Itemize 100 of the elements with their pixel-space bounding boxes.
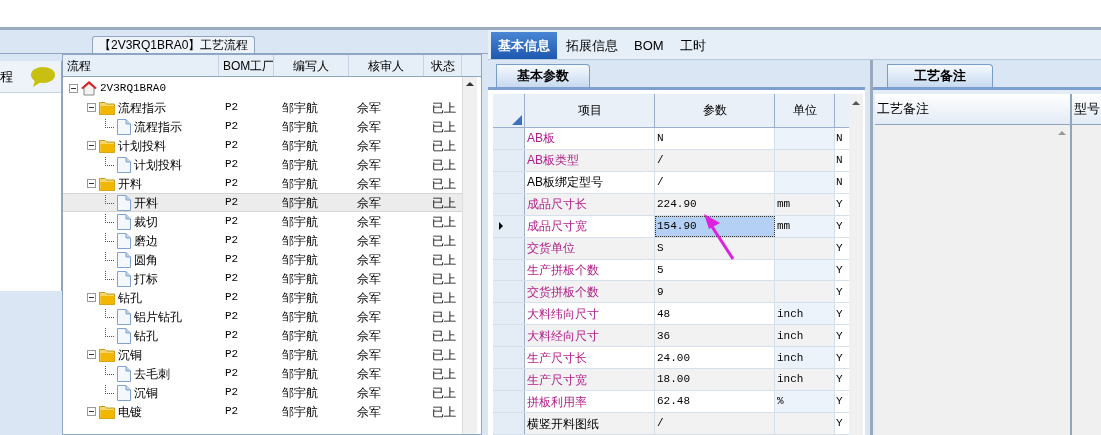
tree-row[interactable]: 沉铜 P2 邹宇航 佘军 已上 [63, 345, 462, 364]
collapse-toggle-icon[interactable] [87, 179, 96, 188]
document-icon [117, 365, 131, 382]
scrollbar[interactable] [849, 94, 863, 435]
column-header[interactable]: BOM工厂 [219, 55, 274, 76]
tree-row[interactable]: 钻孔 P2 邹宇航 佘军 已上 [63, 326, 462, 345]
column-header[interactable]: 流程 [63, 55, 219, 76]
tree-node-label: 沉铜 [134, 384, 158, 402]
table-cell-text: P2 [224, 309, 240, 325]
scrollbar[interactable] [462, 77, 477, 434]
tree-row[interactable]: 开料 P2 邹宇航 佘军 已上 [63, 193, 462, 212]
column-header[interactable]: 参数 [655, 94, 775, 127]
table-cell-text: 邹宇航 [281, 156, 319, 174]
column-header[interactable]: 状态 [424, 55, 462, 76]
scroll-up-arrow-icon[interactable] [852, 101, 860, 105]
table-cell: inch [775, 325, 835, 347]
tree-row[interactable]: 流程指示 P2 邹宇航 佘军 已上 [63, 117, 462, 136]
document-icon [117, 327, 131, 344]
row-header-cell[interactable] [493, 325, 525, 347]
table-cell: 拼板利用率 [525, 391, 655, 413]
table-cell-text: P2 [224, 176, 240, 192]
row-header-cell[interactable] [493, 303, 525, 325]
collapse-toggle-icon[interactable] [87, 407, 96, 416]
table-cell-text: 佘军 [356, 156, 382, 174]
table-cell: 大料经向尺寸 [525, 325, 655, 347]
collapse-toggle-icon[interactable] [87, 350, 96, 359]
table-cell-text: 已上 [431, 270, 457, 288]
row-header-cell[interactable] [493, 259, 525, 281]
tree-row[interactable]: 圆角 P2 邹宇航 佘军 已上 [63, 250, 462, 269]
tree-row[interactable]: 开料 P2 邹宇航 佘军 已上 [63, 174, 462, 193]
tab[interactable]: 基本信息 [491, 32, 557, 59]
table-cell: 生产拼板个数 [525, 259, 655, 281]
collapse-toggle-icon[interactable] [87, 103, 96, 112]
tree-node-label: 开料 [134, 194, 158, 212]
table-cell[interactable]: 5 [655, 259, 775, 281]
row-header-cell[interactable] [493, 281, 525, 303]
row-header-cell[interactable] [493, 127, 525, 149]
tree-row[interactable]: 钻孔 P2 邹宇航 佘军 已上 [63, 288, 462, 307]
current-row-icon [499, 222, 503, 231]
collapse-toggle-icon[interactable] [87, 141, 96, 150]
row-header-cell[interactable] [493, 215, 525, 237]
table-cell[interactable]: 36 [655, 325, 775, 347]
table-cell: mm [775, 193, 835, 215]
row-header-cell[interactable] [493, 369, 525, 391]
table-cell-text: 邹宇航 [281, 118, 319, 136]
table-cell-text: Y [835, 328, 844, 344]
tree-row[interactable]: 去毛刺 P2 邹宇航 佘军 已上 [63, 364, 462, 383]
tree-row[interactable]: 计划投料 P2 邹宇航 佘军 已上 [63, 155, 462, 174]
table-cell[interactable]: / [655, 413, 775, 435]
row-header-cell[interactable] [493, 237, 525, 259]
row-header-cell[interactable] [493, 347, 525, 369]
tree-row[interactable]: 铝片钻孔 P2 邹宇航 佘军 已上 [63, 307, 462, 326]
row-header-cell[interactable] [493, 149, 525, 171]
column-header[interactable]: 核审人 [349, 55, 424, 76]
scroll-up-arrow-icon[interactable] [466, 82, 474, 86]
table-cell[interactable]: 224.90 [655, 193, 775, 215]
tab[interactable]: BOM [627, 32, 671, 59]
row-header-cell[interactable] [493, 391, 525, 413]
row-header-cell[interactable] [493, 171, 525, 193]
speech-bubble-icon[interactable] [31, 66, 55, 87]
table-cell[interactable]: 9 [655, 281, 775, 303]
table-cell[interactable]: 24.00 [655, 347, 775, 369]
table-cell[interactable]: / [655, 149, 775, 171]
tree-node-label: 计划投料 [118, 137, 166, 155]
row-header-cell[interactable] [493, 193, 525, 215]
tab[interactable]: 拓展信息 [559, 32, 625, 59]
tree-row[interactable]: 磨边 P2 邹宇航 佘军 已上 [63, 231, 462, 250]
tree-row[interactable]: 电镀 P2 邹宇航 佘军 已上 [63, 402, 462, 421]
sub-tab[interactable]: 基本参数 [496, 64, 590, 87]
sub-tab[interactable]: 工艺备注 [887, 64, 993, 87]
table-cell[interactable]: N [655, 127, 775, 149]
tree-row[interactable]: 裁切 P2 邹宇航 佘军 已上 [63, 212, 462, 231]
column-header[interactable]: 编写人 [274, 55, 349, 76]
collapse-toggle-icon[interactable] [87, 293, 96, 302]
tab[interactable]: 工时 [672, 32, 713, 59]
tree-row[interactable]: 沉铜 P2 邹宇航 佘军 已上 [63, 383, 462, 402]
table-cell[interactable]: 18.00 [655, 369, 775, 391]
table-cell-text: P2 [224, 195, 240, 211]
table-cell[interactable]: 62.48 [655, 391, 775, 413]
table-cell[interactable]: 48 [655, 303, 775, 325]
arrow-annotation-drawing [703, 213, 735, 261]
tree-row[interactable]: 计划投料 P2 邹宇航 佘军 已上 [63, 136, 462, 155]
tree-row[interactable]: 打标 P2 邹宇航 佘军 已上 [63, 269, 462, 288]
column-header[interactable]: 型号 [1072, 94, 1101, 125]
column-header[interactable]: 项目 [525, 94, 655, 127]
table-cell[interactable]: / [655, 171, 775, 193]
tree-row[interactable]: 2V3RQ1BRA0 [63, 79, 462, 98]
column-header[interactable]: 工艺备注 [875, 94, 1070, 125]
tree-node-label: 磨边 [134, 232, 158, 250]
table-cell-text: N [835, 153, 844, 169]
column-header[interactable]: 单位 [775, 94, 835, 127]
table-cell-text: 佘军 [356, 99, 382, 117]
table-cell: 成品尺寸长 [525, 193, 655, 215]
folder-icon [99, 176, 115, 191]
table-cell-text: 佘军 [356, 403, 382, 421]
table-cell-text: 邹宇航 [281, 346, 319, 364]
tree-row[interactable]: 流程指示 P2 邹宇航 佘军 已上 [63, 98, 462, 117]
document-icon [117, 156, 131, 173]
row-header-cell[interactable] [493, 413, 525, 435]
collapse-toggle-icon[interactable] [69, 84, 78, 93]
